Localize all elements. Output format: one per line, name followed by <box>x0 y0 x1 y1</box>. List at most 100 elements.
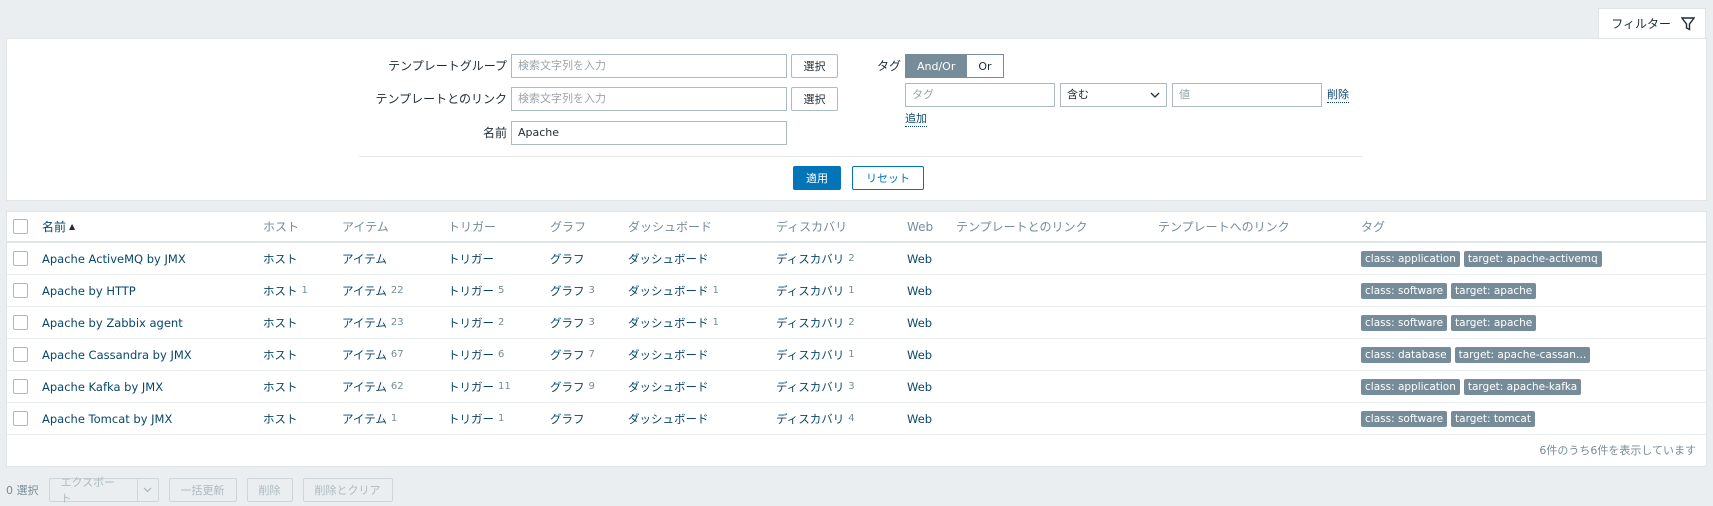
row-checkbox[interactable] <box>13 379 28 394</box>
tag-add-link[interactable]: 追加 <box>905 112 927 127</box>
hosts-link-label: ホスト <box>263 315 298 330</box>
row-checkbox[interactable] <box>13 315 28 330</box>
graphs-link[interactable]: グラフ 3 <box>550 307 595 338</box>
discovery-link[interactable]: ディスカバリ 3 <box>776 371 855 402</box>
dashboards-link[interactable]: ダッシュボード 1 <box>628 275 719 306</box>
dashboards-link[interactable]: ダッシュボード <box>628 243 713 274</box>
select-all-checkbox[interactable] <box>13 219 28 234</box>
graphs-link-count: 3 <box>588 285 595 296</box>
tag-badge[interactable]: class: software <box>1361 314 1448 331</box>
reset-button[interactable]: リセット <box>852 166 924 190</box>
items-link[interactable]: アイテム 22 <box>342 275 404 306</box>
tag-badge[interactable]: target: apache <box>1451 282 1537 299</box>
items-link[interactable]: アイテム 1 <box>342 403 397 434</box>
tag-badge[interactable]: class: software <box>1361 282 1448 299</box>
items-link[interactable]: アイテム 62 <box>342 371 404 402</box>
row-checkbox[interactable] <box>13 283 28 298</box>
apply-button[interactable]: 適用 <box>793 166 841 190</box>
template-name-link[interactable]: Apache ActiveMQ by JMX <box>42 252 186 266</box>
graphs-link[interactable]: グラフ 9 <box>550 371 595 402</box>
items-link-label: アイテム <box>342 315 387 330</box>
hosts-link[interactable]: ホスト <box>263 339 302 370</box>
discovery-link[interactable]: ディスカバリ 2 <box>776 307 855 338</box>
web-link[interactable]: Web <box>907 316 932 330</box>
tag-remove-link[interactable]: 削除 <box>1327 88 1349 103</box>
triggers-link[interactable]: トリガー 1 <box>448 403 504 434</box>
template-name-link[interactable]: Apache Cassandra by JMX <box>42 348 192 362</box>
linked-templates-label: テンプレートとのリンク <box>375 92 507 106</box>
or-option[interactable]: Or <box>967 54 1004 78</box>
tag-badge[interactable]: target: tomcat <box>1451 410 1535 427</box>
header-name[interactable]: 名前 ▲ <box>42 212 75 241</box>
graphs-link[interactable]: グラフ 3 <box>550 275 595 306</box>
andor-option[interactable]: And/Or <box>905 54 968 78</box>
tag-operator-select[interactable]: 含む <box>1060 83 1167 107</box>
graphs-link[interactable]: グラフ <box>550 403 589 434</box>
hosts-link[interactable]: ホスト <box>263 307 302 338</box>
tag-value-input[interactable]: 値 <box>1172 83 1322 107</box>
graphs-link[interactable]: グラフ 7 <box>550 339 595 370</box>
dashboards-link[interactable]: ダッシュボード <box>628 339 713 370</box>
filter-tab[interactable]: フィルター <box>1598 8 1706 38</box>
export-dropdown-button[interactable] <box>136 478 159 502</box>
web-link[interactable]: Web <box>907 252 932 266</box>
items-link[interactable]: アイテム 67 <box>342 339 404 370</box>
hosts-link[interactable]: ホスト <box>263 403 302 434</box>
graphs-link-label: グラフ <box>550 315 585 330</box>
hosts-link[interactable]: ホスト <box>263 243 302 274</box>
linked-templates-input[interactable]: 検索文字列を入力 <box>511 87 787 111</box>
tag-badge[interactable]: target: apache <box>1451 314 1537 331</box>
triggers-link[interactable]: トリガー 5 <box>448 275 504 306</box>
web-link[interactable]: Web <box>907 284 932 298</box>
export-button[interactable]: エクスポート <box>48 476 137 505</box>
row-checkbox[interactable] <box>13 347 28 362</box>
items-link[interactable]: アイテム <box>342 243 391 274</box>
discovery-link[interactable]: ディスカバリ 4 <box>776 403 855 434</box>
dashboards-link-label: ダッシュボード <box>628 379 709 394</box>
tag-badge[interactable]: class: application <box>1361 250 1460 267</box>
tag-badge[interactable]: class: database <box>1361 346 1451 363</box>
template-name-link[interactable]: Apache Tomcat by JMX <box>42 412 172 426</box>
hosts-link[interactable]: ホスト <box>263 371 302 402</box>
hosts-link[interactable]: ホスト 1 <box>263 275 308 306</box>
template-name-link[interactable]: Apache by HTTP <box>42 284 136 298</box>
triggers-link[interactable]: トリガー 11 <box>448 371 511 402</box>
web-link[interactable]: Web <box>907 412 932 426</box>
tag-badge[interactable]: target: apache-cassan… <box>1454 346 1591 363</box>
dashboards-link[interactable]: ダッシュボード <box>628 371 713 402</box>
row-checkbox[interactable] <box>13 411 28 426</box>
discovery-link[interactable]: ディスカバリ 2 <box>776 243 855 274</box>
dashboards-link-label: ダッシュボード <box>628 283 709 298</box>
triggers-link[interactable]: トリガー <box>448 243 498 274</box>
delete-and-clear-button[interactable]: 削除とクリア <box>302 478 393 502</box>
discovery-link[interactable]: ディスカバリ 1 <box>776 339 855 370</box>
dashboards-link[interactable]: ダッシュボード 1 <box>628 307 719 338</box>
items-link-label: アイテム <box>342 251 387 266</box>
template-name-link[interactable]: Apache by Zabbix agent <box>42 316 183 330</box>
row-checkbox[interactable] <box>13 251 28 266</box>
tag-badge[interactable]: class: software <box>1361 410 1448 427</box>
delete-button[interactable]: 削除 <box>246 478 293 502</box>
tag-badge[interactable]: target: apache-activemq <box>1463 250 1602 267</box>
tag-badge[interactable]: target: apache-kafka <box>1463 378 1582 395</box>
graphs-link[interactable]: グラフ <box>550 243 589 274</box>
discovery-link-count: 1 <box>848 285 855 296</box>
template-group-input[interactable]: 検索文字列を入力 <box>511 54 787 78</box>
triggers-link[interactable]: トリガー 2 <box>448 307 504 338</box>
name-input[interactable]: Apache <box>511 121 787 145</box>
triggers-link-count: 6 <box>498 349 505 360</box>
linked-templates-select-button[interactable]: 選択 <box>791 87 838 111</box>
action-bar: 0 選択 エクスポート 一括更新 削除 削除とクリア <box>6 476 393 505</box>
tag-name-input[interactable]: タグ <box>905 83 1055 107</box>
mass-update-button[interactable]: 一括更新 <box>168 478 237 502</box>
triggers-link[interactable]: トリガー 6 <box>448 339 504 370</box>
items-link[interactable]: アイテム 23 <box>342 307 404 338</box>
dashboards-link[interactable]: ダッシュボード <box>628 403 713 434</box>
discovery-link[interactable]: ディスカバリ 1 <box>776 275 855 306</box>
web-link[interactable]: Web <box>907 348 932 362</box>
graphs-link-label: グラフ <box>550 251 585 266</box>
tag-badge[interactable]: class: application <box>1361 378 1460 395</box>
template-name-link[interactable]: Apache Kafka by JMX <box>42 380 163 394</box>
graphs-link-label: グラフ <box>550 283 585 298</box>
web-link[interactable]: Web <box>907 380 932 394</box>
